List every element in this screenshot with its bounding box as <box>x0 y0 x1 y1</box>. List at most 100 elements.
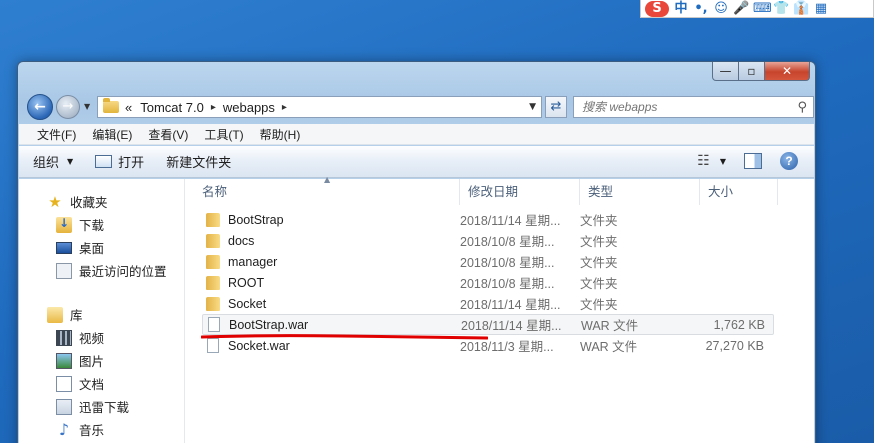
column-header-type[interactable]: 类型 <box>580 179 700 205</box>
ime-keyboard-icon[interactable]: ⌨ <box>753 1 772 17</box>
sogou-logo-icon[interactable]: S <box>645 0 669 17</box>
forward-button[interactable]: → <box>56 95 80 119</box>
explorer-content: ★ 收藏夹 下载 桌面 最近访问的位置 库 视频 <box>19 175 814 443</box>
nav-label: 图片 <box>79 355 105 369</box>
search-box[interactable]: ⚲ <box>573 96 814 118</box>
folder-icon <box>206 212 220 227</box>
preview-pane-icon[interactable] <box>744 153 762 169</box>
file-row[interactable]: BootStrap 2018/11/14 星期... 文件夹 <box>202 209 774 230</box>
file-date: 2018/11/14 星期... <box>461 319 562 333</box>
file-date: 2018/10/8 星期... <box>460 277 555 291</box>
nav-music[interactable]: ♪ 音乐 <box>19 418 184 441</box>
file-row[interactable]: ROOT 2018/10/8 星期... 文件夹 <box>202 272 774 293</box>
back-button[interactable]: ← <box>27 94 53 120</box>
address-dropdown-icon[interactable]: ▼ <box>529 102 536 112</box>
nav-favorites[interactable]: ★ 收藏夹 <box>19 190 184 213</box>
file-row-selected[interactable]: BootStrap.war 2018/11/14 星期... WAR 文件 1,… <box>202 314 774 335</box>
new-folder-button[interactable]: 新建文件夹 <box>166 152 231 171</box>
ime-user-icon[interactable]: 👔 <box>793 1 809 17</box>
breadcrumb-separator-icon[interactable]: ▸ <box>282 102 287 113</box>
file-name: manager <box>228 254 278 269</box>
menu-view[interactable]: 查看(V) <box>140 126 196 143</box>
recent-pages-dropdown[interactable]: ▼ <box>84 102 90 111</box>
file-name: ROOT <box>228 275 265 290</box>
refresh-button[interactable]: ⇄ <box>545 96 567 118</box>
breadcrumb-separator-icon[interactable]: ▸ <box>211 102 216 113</box>
ime-punctuation-icon[interactable]: •, <box>693 1 709 17</box>
help-icon[interactable]: ? <box>780 152 798 170</box>
maximize-button[interactable]: ▫ <box>739 62 765 81</box>
chevron-down-icon: ▼ <box>67 157 74 166</box>
close-button[interactable]: ✕ <box>765 62 810 81</box>
nav-pictures[interactable]: 图片 <box>19 349 184 372</box>
view-options-dropdown-icon[interactable]: ▼ <box>720 157 726 166</box>
ime-chinese-mode-icon[interactable]: 中 <box>673 1 689 17</box>
nav-label: 文档 <box>79 378 105 392</box>
column-headers: ▲ 名称 修改日期 类型 大小 <box>186 175 814 205</box>
organize-label: 组织 <box>33 155 60 170</box>
breadcrumb-tomcat[interactable]: Tomcat 7.0 <box>140 100 204 115</box>
nav-desktop[interactable]: 桌面 <box>19 236 184 259</box>
menu-help[interactable]: 帮助(H) <box>252 126 309 143</box>
caption-buttons: — ▫ ✕ <box>712 62 810 81</box>
nav-label: 视频 <box>79 332 105 346</box>
file-date: 2018/10/8 星期... <box>460 235 555 249</box>
ime-skin-icon[interactable]: 👕 <box>773 1 789 17</box>
breadcrumb-overflow[interactable]: « <box>125 100 132 115</box>
nav-downloads[interactable]: 下载 <box>19 213 184 236</box>
nav-videos[interactable]: 视频 <box>19 326 184 349</box>
nav-label: 下载 <box>79 219 105 233</box>
open-button[interactable]: 打开 <box>95 152 144 171</box>
address-row: ← → ▼ « Tomcat 7.0 ▸ webapps ▸ ▼ ⇄ ⚲ <box>25 93 814 121</box>
file-size: 1,762 KB <box>713 317 765 332</box>
pictures-icon <box>56 352 72 369</box>
column-header-size[interactable]: 大小 <box>700 179 778 205</box>
ime-voice-icon[interactable]: 🎤 <box>733 1 749 17</box>
forward-arrow-icon: → <box>62 99 74 114</box>
menu-file[interactable]: 文件(F) <box>29 126 84 143</box>
address-bar[interactable]: « Tomcat 7.0 ▸ webapps ▸ ▼ <box>97 96 542 118</box>
folder-icon <box>206 296 220 311</box>
change-view-icon[interactable]: ☷ <box>697 153 710 169</box>
new-folder-label: 新建文件夹 <box>166 155 232 170</box>
file-row[interactable]: manager 2018/10/8 星期... 文件夹 <box>202 251 774 272</box>
minimize-button[interactable]: — <box>712 62 739 81</box>
menu-tools[interactable]: 工具(T) <box>196 126 251 143</box>
music-icon: ♪ <box>58 419 70 439</box>
file-name: Socket <box>228 296 267 311</box>
breadcrumb-webapps[interactable]: webapps <box>223 100 275 115</box>
folder-icon <box>206 275 220 290</box>
file-row[interactable]: Socket 2018/11/14 星期... 文件夹 <box>202 293 774 314</box>
search-input[interactable] <box>582 100 782 114</box>
column-header-date[interactable]: 修改日期 <box>460 179 580 205</box>
folder-icon <box>103 98 119 113</box>
navigation-pane: ★ 收藏夹 下载 桌面 最近访问的位置 库 视频 <box>19 179 185 443</box>
menu-edit[interactable]: 编辑(E) <box>84 126 140 143</box>
file-type: 文件夹 <box>580 235 618 249</box>
nav-label: 音乐 <box>79 424 105 438</box>
file-name: BootStrap <box>228 212 284 227</box>
file-icon <box>208 317 220 332</box>
refresh-icon: ⇄ <box>550 99 562 114</box>
file-name: BootStrap.war <box>229 317 309 332</box>
ime-emoji-icon[interactable]: ☺ <box>713 1 729 17</box>
ime-toolbox-icon[interactable]: ▦ <box>813 1 829 17</box>
search-icon[interactable]: ⚲ <box>797 100 807 115</box>
file-date: 2018/11/14 星期... <box>460 298 561 312</box>
nav-recent-places[interactable]: 最近访问的位置 <box>19 259 184 282</box>
file-name: Socket.war <box>228 338 290 353</box>
nav-documents[interactable]: 文档 <box>19 372 184 395</box>
view-controls: ☷ ▼ ? <box>697 152 798 170</box>
file-type: WAR 文件 <box>581 319 639 333</box>
organize-button[interactable]: 组织 ▼ <box>33 152 73 171</box>
nav-label: 桌面 <box>79 242 105 256</box>
documents-icon <box>56 375 72 392</box>
back-arrow-icon: ← <box>34 99 46 115</box>
column-header-name[interactable]: 名称 <box>186 179 460 205</box>
file-icon <box>207 338 219 353</box>
nav-xunlei-downloads[interactable]: 迅雷下载 <box>19 395 184 418</box>
file-row[interactable]: docs 2018/10/8 星期... 文件夹 <box>202 230 774 251</box>
file-type: 文件夹 <box>580 277 618 291</box>
nav-libraries[interactable]: 库 <box>19 303 184 326</box>
file-date: 2018/11/14 星期... <box>460 214 561 228</box>
